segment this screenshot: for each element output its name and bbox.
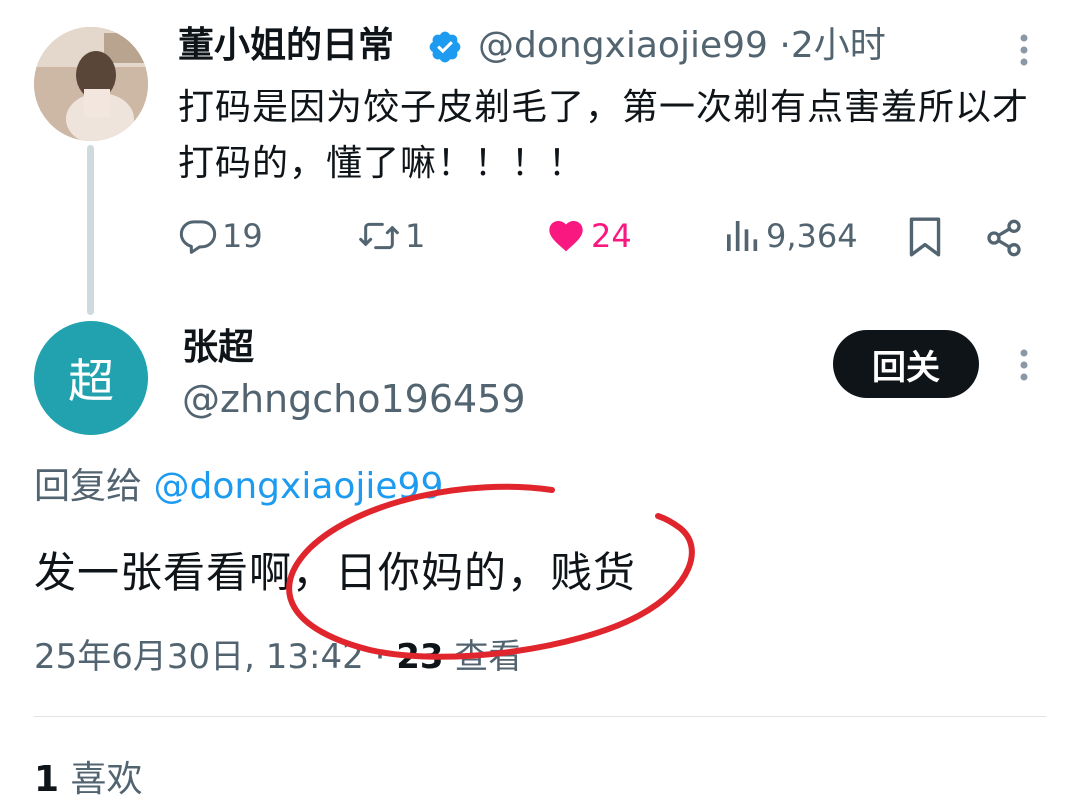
- share-icon[interactable]: [984, 214, 1024, 262]
- author-handle[interactable]: @dongxiaojie99: [478, 25, 768, 66]
- like-count: 24: [591, 217, 632, 255]
- more-options-icon[interactable]: [1014, 345, 1034, 385]
- retweet-button[interactable]: 1: [357, 212, 425, 260]
- section-divider: [34, 716, 1046, 717]
- post-date[interactable]: 25年6月30日, 13:42: [34, 637, 364, 677]
- meta-separator: ·: [374, 637, 386, 677]
- heart-icon: [549, 221, 583, 252]
- author-handle-and-time: @dongxiaojie99 ·2小时: [478, 22, 886, 70]
- bookmark-icon[interactable]: [906, 213, 944, 261]
- like-button[interactable]: 24: [545, 212, 632, 260]
- replying-to-line: 回复给 @dongxiaojie99: [34, 462, 443, 512]
- reply-button[interactable]: 19: [178, 212, 263, 260]
- tweet-text: 打码是因为饺子皮剃毛了，第一次剃有点害羞所以才打码的，懂了嘛！！！！: [178, 87, 1030, 184]
- retweet-icon: [359, 222, 399, 250]
- reply-author-handle[interactable]: @zhngcho196459: [182, 373, 526, 425]
- likes-count: 1: [34, 759, 60, 800]
- reply-count: 19: [222, 217, 263, 255]
- verified-badge-icon: [427, 29, 463, 65]
- reply-to-mention-link[interactable]: @dongxiaojie99: [153, 466, 443, 507]
- post-time[interactable]: 2小时: [791, 25, 886, 66]
- views-icon: [727, 221, 758, 251]
- reply-icon: [179, 220, 217, 254]
- views-count: 9,364: [766, 217, 858, 255]
- views-button[interactable]: 9,364: [722, 212, 858, 260]
- author-avatar[interactable]: [34, 27, 148, 141]
- reply-text: 发一张看看啊，日你妈的，贱货: [34, 548, 637, 597]
- avatar-photo: [34, 27, 148, 141]
- more-options-icon[interactable]: [1014, 30, 1034, 70]
- thread-connector-line: [87, 145, 94, 315]
- post-metadata: 25年6月30日, 13:42 · 23 查看: [34, 632, 522, 682]
- author-name[interactable]: 董小姐的日常: [178, 22, 394, 70]
- reply-author-avatar[interactable]: 超: [34, 321, 148, 435]
- reply-author-name[interactable]: 张超: [182, 323, 254, 373]
- meta-separator: ·: [779, 25, 791, 66]
- likes-label: 喜欢: [70, 759, 143, 800]
- avatar-initial: 超: [68, 354, 114, 408]
- retweet-count: 1: [405, 217, 426, 255]
- follow-back-button[interactable]: 回关: [833, 330, 979, 398]
- post-views-count: 23: [396, 637, 444, 677]
- post-views-label: 查看: [454, 637, 523, 677]
- replying-to-label: 回复给: [34, 466, 143, 507]
- likes-summary[interactable]: 1 喜欢: [34, 755, 143, 805]
